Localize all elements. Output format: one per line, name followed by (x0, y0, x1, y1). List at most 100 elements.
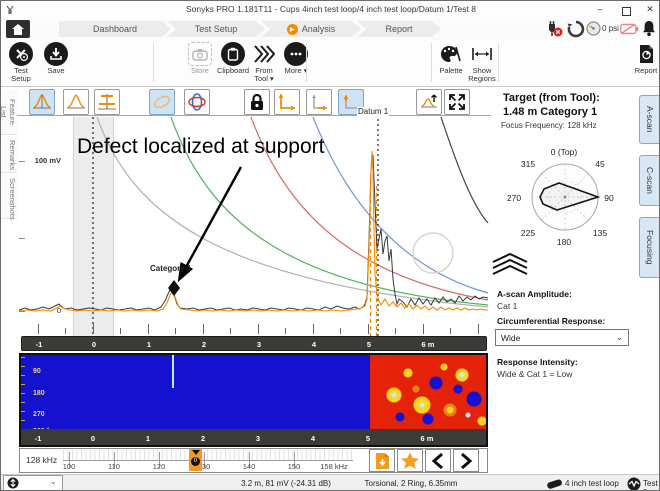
notifications-bell-icon[interactable] (642, 20, 656, 37)
sidebar-tab-remarks[interactable]: Remarks (1, 137, 17, 173)
previous-button[interactable] (425, 449, 451, 472)
tool-disconnected-icon[interactable] (545, 21, 565, 38)
cscan-y-label: 270 (33, 411, 45, 418)
x-minor-tick (395, 328, 396, 334)
pressure-gauge-icon[interactable] (586, 21, 601, 36)
amplitude-label: A-scan Amplitude: (497, 289, 572, 299)
x-major-tick (93, 324, 94, 334)
polar-label-270: 270 (507, 193, 521, 203)
breadcrumb-label: Report (385, 24, 412, 34)
report-icon (634, 42, 658, 66)
show-regions-icon (470, 42, 494, 66)
marker-value-badge: 0 (191, 457, 200, 466)
freq-label: 100 (63, 462, 76, 471)
ribbon-report-button[interactable]: Report (629, 42, 660, 84)
sidebar-tab-feature-list[interactable]: Feature List (1, 89, 17, 135)
ribbon-label: Report (635, 67, 658, 75)
circumferential-response-select[interactable]: Wide ⌄ (495, 329, 629, 346)
sync-icon[interactable] (567, 20, 585, 38)
x-axis-label: 2 (201, 434, 205, 443)
ribbon-from-tool-button[interactable]: From Tool ▾ (247, 42, 281, 84)
x-axis-label: 2 (202, 340, 206, 349)
close-button[interactable]: ✕ (641, 2, 659, 17)
frequency-marker[interactable]: 0 (189, 449, 202, 471)
x-axis-label: 0 (91, 434, 95, 443)
x-major-tick (148, 324, 149, 334)
target-title: Target (from Tool): (503, 92, 600, 104)
x-major-tick (258, 324, 259, 334)
freq-label: 120 (153, 462, 166, 471)
from-tool-icon (252, 42, 276, 66)
cscan-y-label: 90 (33, 368, 41, 375)
y-tick (19, 161, 25, 162)
x-axis-label: -1 (36, 340, 43, 349)
x-major-tick (368, 324, 369, 334)
ribbon-separator (153, 43, 154, 82)
breadcrumb-test-setup[interactable]: Test Setup (167, 21, 265, 37)
frequency-ruler-line (63, 460, 353, 461)
store-icon (188, 42, 212, 66)
minimize-button[interactable]: – (591, 2, 609, 17)
amplitude-value: Cat 1 (497, 301, 517, 311)
ribbon-test-setup-button[interactable]: Test Setup (4, 42, 38, 84)
next-button[interactable] (453, 449, 479, 472)
star-icon (400, 451, 420, 470)
focus-frequency: Focus Frequency: 128 kHz (501, 121, 597, 130)
home-button[interactable] (6, 20, 30, 38)
right-tab-a-scan[interactable]: A-scan (639, 95, 660, 144)
test-setup-icon (9, 42, 33, 66)
x-axis-label: 3 (256, 434, 260, 443)
breadcrumb-label: Analysis (302, 24, 336, 34)
ribbon-label: Store (191, 67, 209, 75)
polar-label-90: 90 (604, 193, 613, 203)
maximize-button[interactable] (617, 2, 635, 17)
x-minor-tick (175, 328, 176, 334)
sidebar-tab-screenshots[interactable]: Screenshots (1, 175, 17, 219)
status-mode-dropdown[interactable]: ⌄ (3, 475, 63, 491)
x-major-tick (203, 324, 204, 334)
direction-chevrons-icon (490, 251, 530, 275)
maximize-icon (622, 7, 631, 16)
intensity-value: Wide & Cat 1 = Low (497, 369, 572, 379)
status-test-name: Test 8 (643, 479, 659, 491)
ribbon-show-regions-button[interactable]: Show Regions (465, 42, 499, 84)
status-loop-name: 4 inch test loop (565, 479, 619, 488)
target-value: 1.48 m Category 1 (503, 106, 597, 118)
more-icon (284, 42, 308, 66)
breadcrumb-report[interactable]: Report (357, 21, 441, 37)
app-window: Sonyks PRO 1.181T11 - Cups 4inch test lo… (0, 0, 660, 491)
datum-label: Datum 1 (357, 107, 389, 116)
ribbon-more-button[interactable]: More ▾ (279, 42, 313, 84)
dac-curve-blue (313, 117, 488, 293)
chevron-down-icon: ⌄ (50, 477, 57, 486)
x-minor-tick (230, 328, 231, 334)
breadcrumb-dashboard[interactable]: Dashboard (59, 21, 171, 37)
y-label-100mv: 100 mV (27, 156, 61, 165)
ribbon-separator (498, 43, 499, 82)
right-tab-focusing[interactable]: Focusing (639, 217, 660, 278)
category1-marker[interactable] (168, 280, 180, 296)
x-major-tick (478, 324, 479, 334)
pressure-readout: 0 psi (602, 24, 619, 33)
breadcrumb-analysis[interactable]: ▶Analysis (261, 21, 361, 37)
frequency-ruler-grid[interactable] (63, 450, 353, 460)
clipboard-icon (221, 42, 245, 66)
x-minor-tick (120, 328, 121, 334)
favorite-button[interactable] (397, 449, 423, 472)
ribbon-label: More ▾ (284, 67, 308, 75)
ribbon-save-button[interactable]: Save (39, 42, 73, 84)
palette-icon (439, 42, 463, 66)
ribbon-palette-button[interactable]: Palette (434, 42, 468, 84)
x-axis-label: 5 (367, 340, 371, 349)
cscan-y-ticks (21, 357, 25, 427)
export-doc-icon (374, 452, 391, 470)
export-ascan-button[interactable] (369, 449, 395, 472)
polar-label-0: 0 (Top) (551, 147, 577, 157)
right-tab-c-scan[interactable]: C-scan (639, 155, 660, 206)
annotation-text: Defect localized at support (77, 135, 324, 159)
current-frequency: 128 kHz (26, 455, 57, 465)
x-major-tick (423, 324, 424, 334)
ribbon-label: Test Setup (8, 67, 34, 83)
cscan-heatmap[interactable] (21, 355, 486, 429)
ribbon-clipboard-button[interactable]: Clipboard (216, 42, 250, 84)
